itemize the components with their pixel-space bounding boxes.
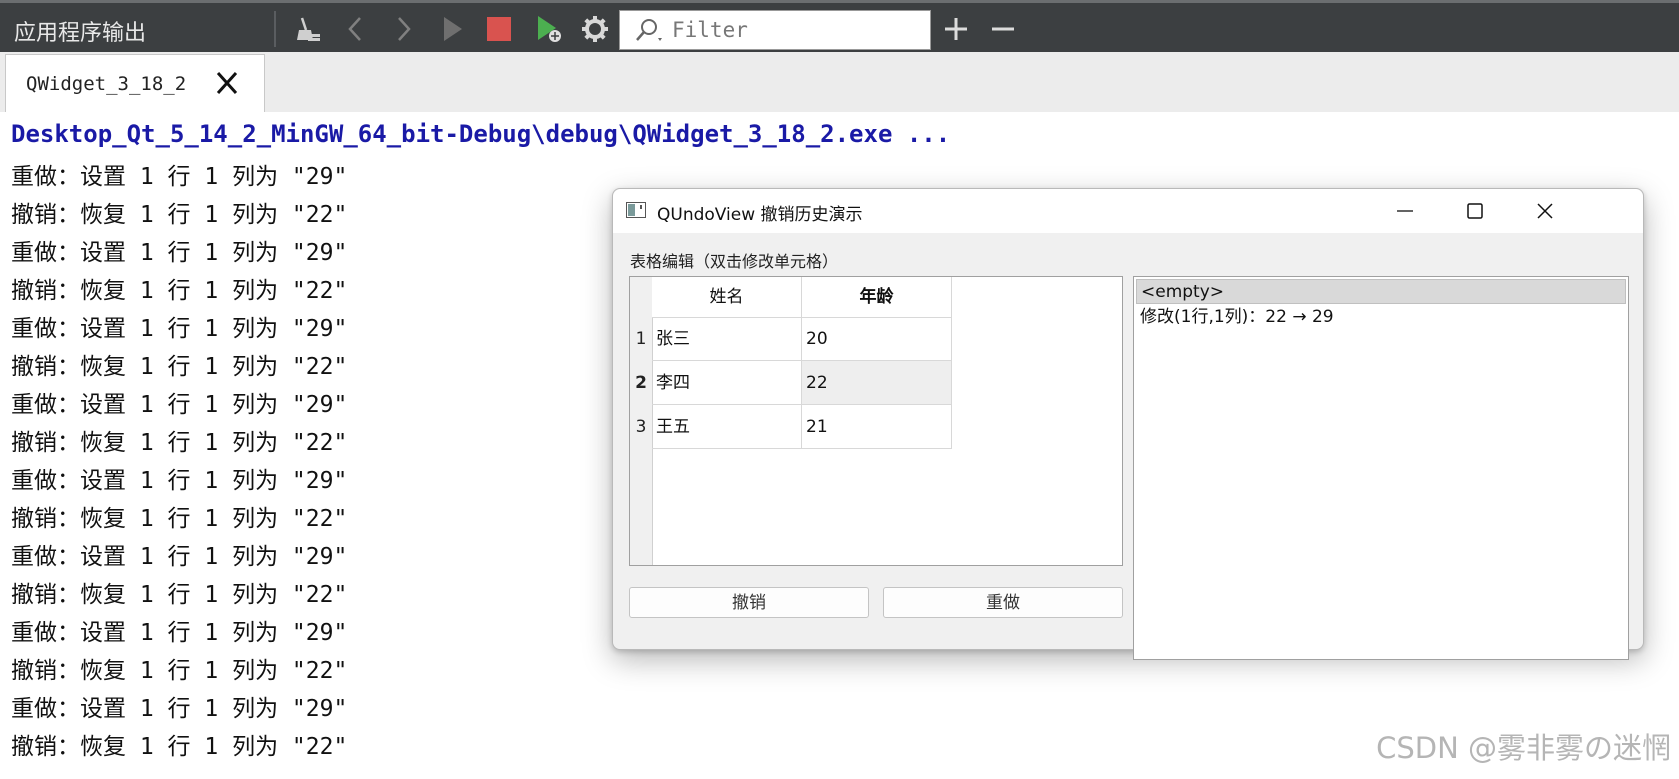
table-group-label: 表格编辑（双击修改单元格） (630, 252, 839, 271)
column-header-age[interactable]: 年龄 (802, 277, 952, 317)
gear-icon (582, 16, 608, 42)
maximize-icon (1467, 203, 1483, 219)
table-cell-name[interactable]: 李四 (652, 361, 802, 405)
table-cell-name[interactable]: 王五 (652, 405, 802, 449)
close-window-button[interactable] (1511, 189, 1579, 233)
qundoview-demo-window: QUndoView 撤销历史演示 表格编辑（双击修改单元格） 姓名 年龄 1 张… (612, 188, 1644, 660)
console-line: 撤销：恢复 1 行 1 列为 "22" (11, 202, 348, 228)
table-cell-age[interactable]: 20 (802, 317, 952, 361)
window-body: 表格编辑（双击修改单元格） 姓名 年龄 1 张三 20 2 李四 22 3 王五… (613, 233, 1643, 660)
redo-button[interactable]: 重做 (883, 587, 1123, 618)
watermark: CSDN @雾非雾の迷惘 (1376, 731, 1671, 765)
console-line: 撤销：恢复 1 行 1 列为 "22" (11, 658, 348, 684)
undo-history-view[interactable]: <empty> 修改(1行,1列)：22 → 29 (1133, 276, 1629, 660)
settings-button[interactable] (577, 11, 613, 47)
console-line: 撤销：恢复 1 行 1 列为 "22" (11, 430, 348, 456)
maximize-button[interactable] (1441, 189, 1509, 233)
output-toolbar: 应用程序输出 (0, 0, 1679, 52)
row-header[interactable]: 3 (630, 405, 652, 449)
tab-qwidget-3-18-2[interactable]: QWidget_3_18_2 (5, 54, 265, 112)
play-icon (444, 17, 462, 41)
stop-button[interactable] (481, 11, 517, 47)
table-cell-age-current[interactable]: 22 (802, 361, 952, 405)
console-line: 撤销：恢复 1 行 1 列为 "22" (11, 354, 348, 380)
table-cell-age[interactable]: 21 (802, 405, 952, 449)
previous-button[interactable] (338, 11, 374, 47)
column-header-row: 姓名 年龄 (652, 277, 952, 318)
debug-button[interactable] (531, 11, 567, 47)
zoom-in-button[interactable] (938, 11, 974, 47)
chevron-left-icon (348, 17, 361, 41)
undo-history-item-empty[interactable]: <empty> (1136, 279, 1626, 304)
console-line: 重做：设置 1 行 1 列为 "29" (11, 620, 348, 646)
console-line: 撤销：恢复 1 行 1 列为 "22" (11, 278, 348, 304)
minimize-button[interactable] (1371, 189, 1439, 233)
filter-box[interactable] (619, 10, 931, 50)
stop-icon (487, 17, 511, 41)
column-header-name[interactable]: 姓名 (652, 277, 802, 317)
search-icon (636, 19, 662, 41)
console-line: 重做：设置 1 行 1 列为 "29" (11, 240, 348, 266)
plus-icon (945, 18, 967, 40)
zoom-out-button[interactable] (985, 11, 1021, 47)
clean-output-button[interactable] (291, 11, 327, 47)
console-line: 重做：设置 1 行 1 列为 "29" (11, 316, 348, 342)
console-line: 重做：设置 1 行 1 列为 "29" (11, 696, 348, 722)
undo-history-item[interactable]: 修改(1行,1列)：22 → 29 (1136, 305, 1626, 330)
console-line: 撤销：恢复 1 行 1 列为 "22" (11, 582, 348, 608)
window-titlebar[interactable]: QUndoView 撤销历史演示 (613, 189, 1643, 233)
close-icon (1537, 203, 1553, 219)
row-header[interactable]: 1 (630, 317, 652, 361)
close-tab-icon[interactable] (213, 69, 241, 97)
console-line: 重做：设置 1 行 1 列为 "29" (11, 164, 348, 190)
rerun-button[interactable] (434, 11, 470, 47)
output-tab-bar: QWidget_3_18_2 (0, 52, 1679, 113)
console-line: 重做：设置 1 行 1 列为 "29" (11, 468, 348, 494)
app-icon (626, 202, 646, 218)
edit-table[interactable]: 姓名 年龄 1 张三 20 2 李四 22 3 王五 21 (629, 276, 1123, 566)
window-title: QUndoView 撤销历史演示 (657, 205, 863, 225)
filter-input[interactable] (672, 17, 922, 43)
tab-label: QWidget_3_18_2 (26, 73, 187, 95)
output-pane-title: 应用程序输出 (14, 21, 147, 46)
console-line: 撤销：恢复 1 行 1 列为 "22" (11, 734, 348, 760)
next-button[interactable] (385, 11, 421, 47)
minus-icon (992, 27, 1014, 31)
console-line: 重做：设置 1 行 1 列为 "29" (11, 392, 348, 418)
row-header[interactable]: 2 (630, 361, 652, 405)
minimize-icon (1397, 210, 1413, 212)
table-cell-name[interactable]: 张三 (652, 317, 802, 361)
debug-run-icon (538, 16, 561, 42)
console-line: 重做：设置 1 行 1 列为 "29" (11, 544, 348, 570)
chevron-right-icon (398, 17, 411, 41)
toolbar-separator (274, 11, 276, 47)
console-exe-path: Desktop_Qt_5_14_2_MinGW_64_bit-Debug\deb… (11, 120, 951, 148)
console-line: 撤销：恢复 1 行 1 列为 "22" (11, 506, 348, 532)
broom-icon (297, 17, 320, 41)
undo-button[interactable]: 撤销 (629, 587, 869, 618)
